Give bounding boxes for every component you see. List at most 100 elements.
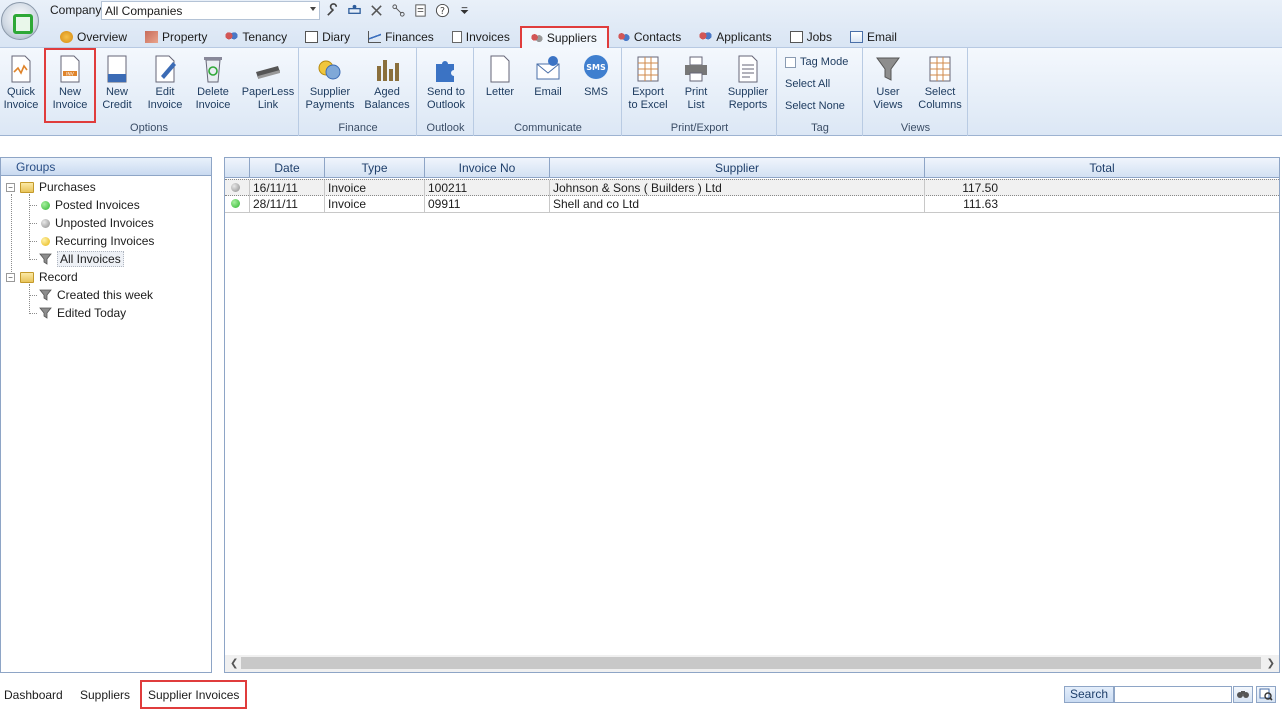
grey-dot-icon — [41, 218, 50, 228]
tab-suppliers[interactable]: Suppliers — [519, 26, 609, 48]
tree-item-all-invoices[interactable]: All Invoices — [39, 250, 124, 268]
new-invoice-icon: INV — [60, 55, 80, 83]
tree-connector — [29, 194, 30, 258]
main-tabs: Overview Property Tenancy Diary Finances… — [48, 26, 907, 48]
tab-contacts[interactable]: Contacts — [609, 26, 691, 48]
tools-icon[interactable] — [368, 2, 384, 18]
coins-icon — [318, 60, 341, 80]
send-to-outlook-button[interactable]: Send to Outlook — [421, 50, 471, 118]
ribbon-group-outlook: Send to Outlook Outlook — [418, 48, 474, 136]
network-icon[interactable] — [390, 2, 406, 18]
quick-invoice-icon — [11, 55, 31, 83]
search-input[interactable] — [1114, 686, 1232, 703]
supplier-payments-button[interactable]: Supplier Payments — [304, 50, 356, 118]
tree-node-record[interactable]: − Record — [6, 268, 78, 286]
tab-invoices[interactable]: Invoices — [444, 26, 520, 48]
aged-balances-button[interactable]: Aged Balances — [360, 50, 414, 118]
supplier-icon — [529, 32, 543, 44]
document-icon[interactable] — [412, 2, 428, 18]
tab-diary[interactable]: Diary — [297, 26, 360, 48]
column-date[interactable]: Date — [250, 158, 325, 178]
email-button[interactable]: Email — [528, 50, 568, 118]
printer-icon — [685, 56, 707, 82]
supplier-cell: Johnson & Sons ( Builders ) Ltd — [550, 180, 925, 197]
tab-jobs[interactable]: Jobs — [782, 26, 842, 48]
house-icon — [145, 31, 159, 43]
column-invoice-no[interactable]: Invoice No — [425, 158, 550, 178]
table-row[interactable]: 28/11/11 Invoice 09911 Shell and co Ltd … — [225, 196, 1279, 213]
tab-email[interactable]: Email — [842, 26, 907, 48]
letter-button[interactable]: Letter — [481, 50, 519, 118]
edit-invoice-button[interactable]: Edit Invoice — [145, 50, 185, 118]
delete-invoice-button[interactable]: Delete Invoice — [192, 50, 234, 118]
tree-item-unposted-invoices[interactable]: Unposted Invoices — [41, 214, 154, 232]
table-row[interactable]: 16/11/11 Invoice 100211 Johnson & Sons (… — [225, 179, 1279, 197]
report-icon — [738, 55, 758, 83]
company-select[interactable]: All Companies — [101, 1, 320, 20]
status-cell — [225, 180, 250, 197]
groups-header: Groups — [1, 158, 211, 176]
bottom-tab-suppliers[interactable]: Suppliers — [80, 688, 130, 702]
tree-item-recurring-invoices[interactable]: Recurring Invoices — [41, 232, 154, 250]
tab-applicants[interactable]: Applicants — [691, 26, 781, 48]
top-bar: Company All Companies ? Overview Propert… — [0, 0, 1282, 48]
new-invoice-button[interactable]: INV New Invoice — [44, 48, 96, 123]
tab-finances[interactable]: Finances — [360, 26, 444, 48]
wrench-icon[interactable] — [324, 2, 340, 18]
collapse-icon[interactable]: − — [6, 272, 15, 282]
column-supplier[interactable]: Supplier — [550, 158, 925, 178]
sms-button[interactable]: SMS SMS — [575, 50, 617, 118]
tag-mode-checkbox[interactable]: Tag Mode — [785, 56, 848, 68]
jobs-icon — [789, 31, 803, 43]
advanced-search-icon[interactable] — [1256, 686, 1276, 703]
search-button[interactable]: Search — [1064, 686, 1114, 703]
select-none-button[interactable]: Select None — [785, 100, 845, 112]
tree-connector — [29, 205, 37, 206]
tab-overview[interactable]: Overview — [52, 26, 137, 48]
tree-item-edited-today[interactable]: Edited Today — [39, 304, 126, 322]
user-views-button[interactable]: User Views — [868, 50, 908, 118]
filter-icon — [39, 253, 52, 265]
tree-item-posted-invoices[interactable]: Posted Invoices — [41, 196, 140, 214]
horizontal-scrollbar[interactable]: ❮ ❯ — [225, 655, 1279, 672]
email-icon — [536, 56, 560, 80]
quick-invoice-button[interactable]: Quick Invoice — [2, 50, 40, 118]
bottom-bar: Dashboard Suppliers Supplier Invoices Se… — [0, 680, 1282, 709]
customize-dropdown-icon[interactable] — [456, 2, 472, 18]
collapse-icon[interactable]: − — [6, 182, 15, 192]
supplier-reports-button[interactable]: Supplier Reports — [721, 50, 775, 118]
checkbox-icon — [785, 56, 796, 68]
bottom-tab-dashboard[interactable]: Dashboard — [4, 688, 63, 702]
filter-icon — [39, 289, 52, 301]
help-icon[interactable]: ? — [434, 2, 450, 18]
bottom-tab-supplier-invoices[interactable]: Supplier Invoices — [140, 680, 248, 709]
tree-item-created-this-week[interactable]: Created this week — [39, 286, 153, 304]
new-credit-button[interactable]: New Credit — [98, 50, 136, 118]
applicants-icon — [699, 31, 713, 43]
ribbon-group-finance: Supplier Payments Aged Balances Finance — [300, 48, 417, 136]
scroll-left-icon[interactable]: ❮ — [230, 658, 238, 669]
ribbon-group-tag-label: Tag — [811, 122, 829, 134]
ribbon-group-options-label: Options — [130, 122, 168, 134]
tab-tenancy[interactable]: Tenancy — [217, 26, 297, 48]
tab-property[interactable]: Property — [137, 26, 217, 48]
sms-icon: SMS — [584, 55, 608, 79]
tree-node-purchases[interactable]: − Purchases — [6, 178, 96, 196]
scroll-right-icon[interactable]: ❯ — [1267, 658, 1275, 669]
tree-connector — [29, 259, 37, 260]
select-all-button[interactable]: Select All — [785, 78, 830, 90]
green-dot-icon — [231, 199, 240, 208]
select-columns-button[interactable]: Select Columns — [914, 50, 966, 118]
ribbon-group-print-export: Export to Excel Print List Supplier Repo… — [623, 48, 777, 136]
column-status[interactable] — [225, 158, 250, 178]
scrollbar-thumb[interactable] — [241, 657, 1261, 669]
export-to-excel-button[interactable]: Export to Excel — [625, 50, 671, 118]
column-type[interactable]: Type — [325, 158, 425, 178]
column-total[interactable]: Total — [925, 158, 1279, 178]
binoculars-icon[interactable] — [1233, 686, 1253, 703]
link-icon[interactable] — [346, 2, 362, 18]
print-list-button[interactable]: Print List — [675, 50, 717, 118]
paperless-link-button[interactable]: PaperLess Link — [240, 50, 296, 118]
app-menu-button[interactable] — [1, 2, 39, 40]
ribbon-group-communicate-label: Communicate — [514, 122, 582, 134]
